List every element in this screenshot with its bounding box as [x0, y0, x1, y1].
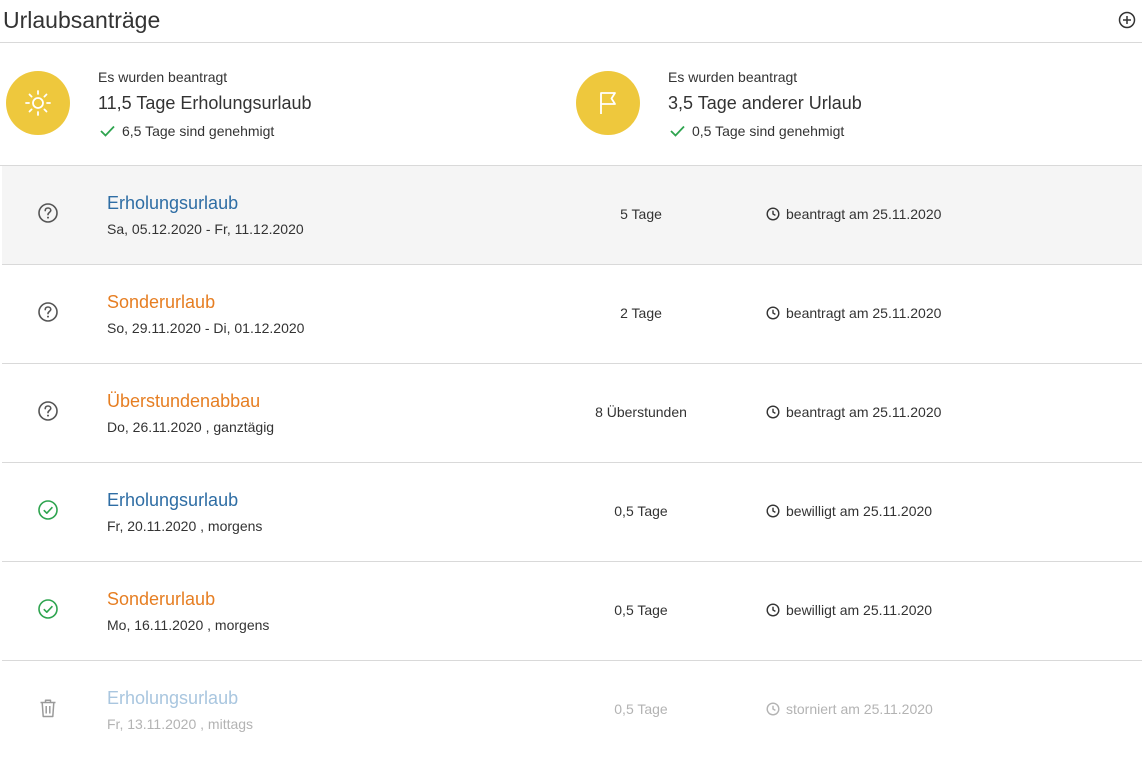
request-type: Erholungsurlaub — [107, 688, 239, 708]
request-amount: 5 Tage — [620, 206, 662, 222]
request-status-label: beantragt am 25.11.2020 — [786, 206, 942, 222]
request-status: storniert am 25.11.2020 — [766, 701, 933, 717]
summary-approved: 0,5 Tage sind genehmigt — [670, 123, 844, 139]
request-list: Erholungsurlaub Sa, 05.12.2020 - Fr, 11.… — [2, 166, 1142, 759]
request-status: beantragt am 25.11.2020 — [766, 206, 941, 222]
clock-icon — [766, 405, 780, 419]
summary-approved-label: 0,5 Tage sind genehmigt — [692, 123, 845, 139]
request-type: Erholungsurlaub — [107, 490, 239, 510]
plus-circle-icon — [1118, 11, 1136, 29]
request-status-label: storniert am 25.11.2020 — [786, 701, 933, 717]
page-title: Urlaubsanträge — [3, 7, 161, 33]
sun-icon — [25, 90, 51, 116]
check-circle-icon — [38, 599, 58, 619]
flag-icon — [600, 92, 616, 114]
request-date: Do, 26.11.2020 , ganztägig — [107, 419, 275, 435]
summary-panel: Es wurden beantragt 11,5 Tage Erholungsu… — [0, 42, 1142, 166]
request-date: Mo, 16.11.2020 , morgens — [107, 617, 270, 633]
request-amount: 0,5 Tage — [614, 701, 668, 717]
request-amount: 0,5 Tage — [614, 602, 668, 618]
request-status-label: beantragt am 25.11.2020 — [786, 305, 942, 321]
clock-icon — [766, 306, 780, 320]
request-status: beantragt am 25.11.2020 — [766, 305, 941, 321]
add-request-button[interactable] — [1118, 11, 1136, 29]
clock-icon — [766, 504, 780, 518]
trash-icon[interactable] — [37, 697, 59, 719]
check-icon — [100, 125, 115, 137]
summary-vacation-badge — [6, 71, 70, 135]
summary-other-leave: Es wurden beantragt 3,5 Tage anderer Url… — [570, 42, 1142, 165]
request-status: bewilligt am 25.11.2020 — [766, 602, 932, 618]
list-item[interactable]: Erholungsurlaub Fr, 13.11.2020 , mittags… — [2, 661, 1142, 759]
request-amount: 8 Überstunden — [595, 404, 687, 420]
list-item[interactable]: Sonderurlaub Mo, 16.11.2020 , morgens 0,… — [2, 562, 1142, 661]
request-amount: 2 Tage — [620, 305, 662, 321]
check-circle-icon — [38, 500, 58, 520]
request-date: Fr, 13.11.2020 , mittags — [107, 716, 254, 732]
request-status-label: beantragt am 25.11.2020 — [786, 404, 942, 420]
list-item[interactable]: Erholungsurlaub Sa, 05.12.2020 - Fr, 11.… — [2, 166, 1142, 265]
request-type: Überstundenabbau — [107, 391, 261, 411]
summary-intro: Es wurden beantragt — [98, 69, 228, 85]
page-header: Urlaubsanträge — [0, 0, 1142, 43]
list-item[interactable]: Sonderurlaub So, 29.11.2020 - Di, 01.12.… — [2, 265, 1142, 364]
clock-icon — [766, 603, 780, 617]
request-type: Sonderurlaub — [107, 292, 216, 312]
question-circle-icon — [38, 203, 58, 223]
summary-vacation: Es wurden beantragt 11,5 Tage Erholungsu… — [0, 42, 570, 165]
clock-icon — [766, 207, 780, 221]
summary-approved: 6,5 Tage sind genehmigt — [100, 123, 274, 139]
summary-requested: 11,5 Tage Erholungsurlaub — [98, 93, 312, 113]
request-amount: 0,5 Tage — [614, 503, 668, 519]
summary-approved-label: 6,5 Tage sind genehmigt — [122, 123, 275, 139]
summary-intro: Es wurden beantragt — [668, 69, 798, 85]
request-type: Sonderurlaub — [107, 589, 216, 609]
list-item[interactable]: Erholungsurlaub Fr, 20.11.2020 , morgens… — [2, 463, 1142, 562]
question-circle-icon — [38, 401, 58, 421]
clock-icon — [766, 702, 780, 716]
request-status: bewilligt am 25.11.2020 — [766, 503, 932, 519]
summary-other-badge — [576, 71, 640, 135]
check-icon — [670, 125, 685, 137]
summary-requested: 3,5 Tage anderer Urlaub — [668, 93, 862, 113]
question-circle-icon — [38, 302, 58, 322]
request-date: So, 29.11.2020 - Di, 01.12.2020 — [107, 320, 305, 336]
request-status-label: bewilligt am 25.11.2020 — [786, 503, 933, 519]
request-date: Fr, 20.11.2020 , morgens — [107, 518, 263, 534]
request-date: Sa, 05.12.2020 - Fr, 11.12.2020 — [107, 221, 304, 237]
request-status-label: bewilligt am 25.11.2020 — [786, 602, 933, 618]
request-status: beantragt am 25.11.2020 — [766, 404, 941, 420]
request-type: Erholungsurlaub — [107, 193, 239, 213]
list-item[interactable]: Überstundenabbau Do, 26.11.2020 , ganztä… — [2, 364, 1142, 463]
